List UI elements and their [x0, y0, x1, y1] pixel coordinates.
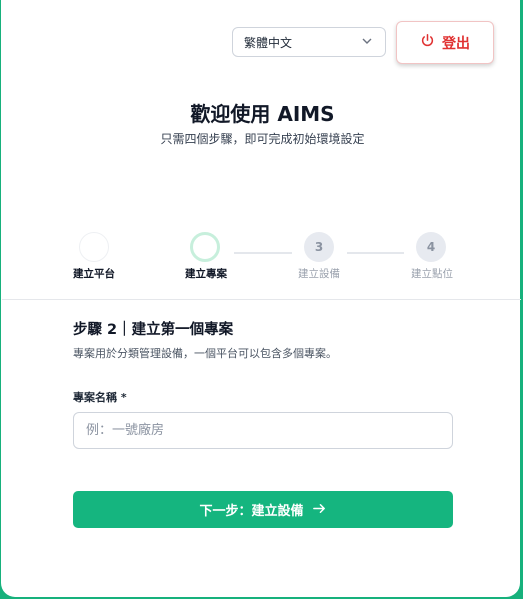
page-title: 歡迎使用 AIMS [190, 102, 335, 126]
step-1-label: 建立平台 [73, 268, 115, 280]
step-4-circle: 4 [416, 232, 446, 262]
arrow-right-icon [312, 501, 327, 519]
step-connector [234, 252, 292, 254]
step-3-label: 建立設備 [298, 268, 340, 280]
step-3-circle: 3 [304, 232, 334, 262]
language-select-value: 繁體中文 [244, 35, 293, 50]
project-name-input[interactable] [73, 412, 453, 449]
power-icon [420, 33, 435, 52]
step-2-circle [190, 232, 220, 262]
next-step-label: 下一步：建立設備 [199, 503, 304, 518]
section-divider [2, 299, 521, 300]
step-2-label: 建立專案 [185, 268, 227, 280]
setup-card: 繁體中文 登出 歡迎使用 AIMS 只需四個步驟，即可完成初始環境設定 3 4 … [1, 0, 521, 597]
logout-button[interactable]: 登出 [396, 21, 494, 64]
chevron-down-icon [361, 35, 373, 50]
step-connector [347, 252, 404, 254]
step-heading: 步驟 2｜建立第一個專案 [73, 322, 234, 338]
next-step-button[interactable]: 下一步：建立設備 [73, 491, 453, 528]
step-1-circle [79, 232, 109, 262]
page-subtitle: 只需四個步驟，即可完成初始環境設定 [160, 132, 365, 146]
step-description: 專案用於分類管理設備，一個平台可以包含多個專案。 [73, 347, 337, 360]
step-4-label: 建立點位 [411, 268, 453, 280]
project-name-label: 專案名稱 * [73, 391, 127, 404]
language-select[interactable]: 繁體中文 [232, 27, 386, 57]
logout-label: 登出 [442, 35, 470, 52]
